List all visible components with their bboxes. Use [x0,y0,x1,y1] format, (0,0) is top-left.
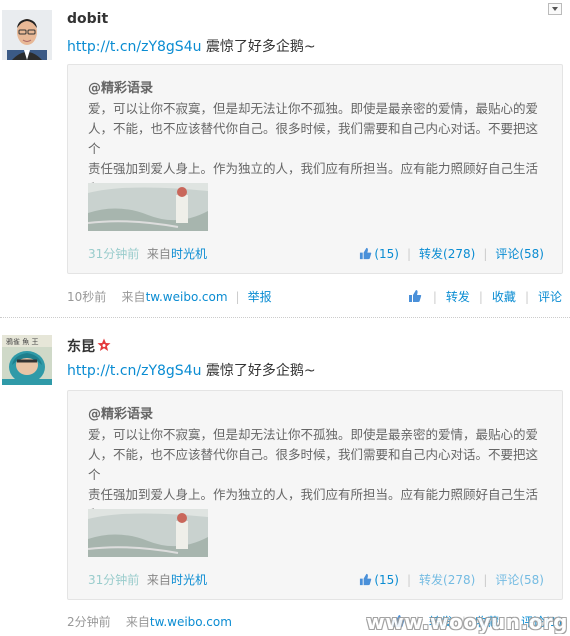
forward-link[interactable]: 转发 [446,290,470,304]
watermark: www.wooyun.org [366,610,568,634]
avatar[interactable] [2,10,52,60]
quote-thumbnail[interactable] [88,183,208,231]
feed-divider [0,317,570,318]
quote-meta: 31分钟前 来自时光机 [88,245,207,262]
post-meta: 2分钟前 来自tw.weibo.com [67,613,232,630]
username[interactable]: dobit [67,11,108,27]
quoted-post: @精彩语录 爱，可以让你不寂寞，但是却无法让你不孤独。即使是最亲密的爱情，最贴心… [67,64,563,274]
username: 东昆 [67,336,111,356]
source-link[interactable]: tw.weibo.com [146,290,228,304]
favorite-link[interactable]: 收藏 [492,290,516,304]
short-link[interactable]: http://t.cn/zY8gS4u [67,39,201,55]
quote-line: 爱，可以让你不寂寞，但是却无法让你不孤独。即使是最亲密的爱情，最贴心的爱 [88,101,539,116]
thumbs-up-icon [360,247,372,260]
chevron-down-icon[interactable] [548,3,562,15]
quote-like-button[interactable]: (15) [359,573,399,587]
quote-author[interactable]: @精彩语录 [88,77,153,96]
quoted-post: @精彩语录 爱，可以让你不寂寞，但是却无法让你不孤独。即使是最亲密的爱情，最贴心… [67,390,563,600]
quote-forward-link[interactable]: 转发(278) [419,573,475,587]
quote-like-button[interactable]: (15) [359,247,399,261]
quote-line: 爱，可以让你不寂寞，但是却无法让你不孤独。即使是最亲密的爱情，最贴心的爱 [88,427,539,442]
post-timestamp[interactable]: 10秒前 [67,290,106,304]
from-label: 来自 [121,290,146,304]
quote-forward-link[interactable]: 转发(278) [419,247,475,261]
from-label: 来自 [125,615,150,629]
status-text: http://t.cn/zY8gS4u 震惊了好多企鹅~ [67,36,316,56]
thumbs-up-icon [360,573,372,586]
username-text[interactable]: 东昆 [67,339,95,355]
status-message: 震惊了好多企鹅~ [201,39,316,55]
quote-comment-link[interactable]: 评论(58) [495,573,544,587]
status-message: 震惊了好多企鹅~ [201,363,316,379]
quote-from-label: 来自 [146,573,171,587]
quote-like-count: (15) [374,573,399,587]
quote-source-link[interactable]: 时光机 [171,573,207,587]
avatar[interactable]: 鴉雀 魚 王 [2,335,52,385]
report-link[interactable]: 举报 [248,290,272,304]
quote-comment-link[interactable]: 评论(58) [495,247,544,261]
feed-item: dobit http://t.cn/zY8gS4u 震惊了好多企鹅~ @精彩语录… [0,0,570,316]
post-actions: | 转发 | 收藏 | 评论 [408,288,562,305]
quote-actions: (15) | 转发(278) | 评论(58) [359,245,544,262]
quote-actions: (15) | 转发(278) | 评论(58) [359,571,544,588]
quote-line: 人，不能，也不应该替代你自己。很多时候，我们需要和自己内心对话。不要把这个 [88,121,539,156]
quote-author[interactable]: @精彩语录 [88,403,153,422]
quote-timestamp[interactable]: 31分钟前 [88,247,139,261]
quote-source-link[interactable]: 时光机 [171,247,207,261]
thumbs-up-icon[interactable] [408,289,422,303]
quote-thumbnail[interactable] [88,509,208,557]
status-text: http://t.cn/zY8gS4u 震惊了好多企鹅~ [67,360,316,380]
quote-like-count: (15) [374,247,399,261]
source-link[interactable]: tw.weibo.com [150,615,232,629]
feed-item: 鴉雀 魚 王 东昆 http://t.cn/zY8gS4u 震惊了好多企鹅~ @… [0,320,570,636]
comment-link[interactable]: 评论 [538,290,562,304]
quote-timestamp[interactable]: 31分钟前 [88,573,139,587]
quote-from-label: 来自 [146,247,171,261]
short-link[interactable]: http://t.cn/zY8gS4u [67,363,201,379]
quote-meta: 31分钟前 来自时光机 [88,571,207,588]
post-meta: 10秒前 来自tw.weibo.com | 举报 [67,290,272,304]
post-timestamp[interactable]: 2分钟前 [67,615,111,629]
quote-line: 人，不能，也不应该替代你自己。很多时候，我们需要和自己内心对话。不要把这个 [88,447,539,482]
svg-text:鴉雀 魚 王: 鴉雀 魚 王 [6,337,38,346]
star-badge-icon[interactable] [97,338,111,352]
